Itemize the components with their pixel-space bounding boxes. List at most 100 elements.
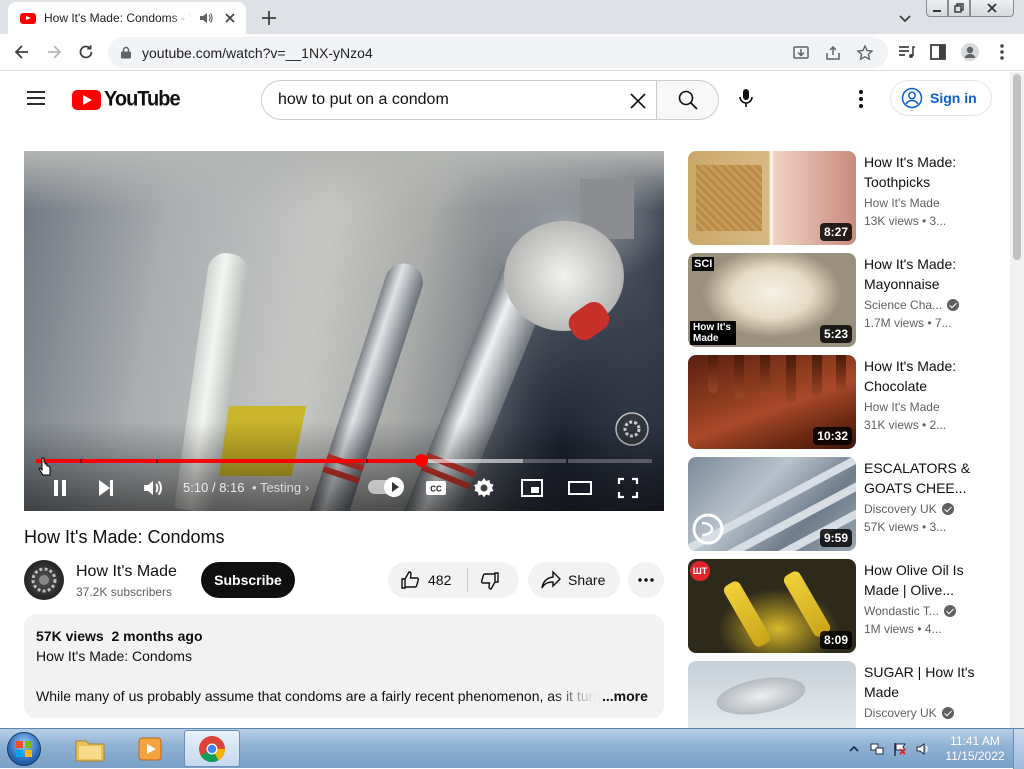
video-thumbnail[interactable]: SCI How It's Made 5:23 [688,253,856,347]
chapter-title-button[interactable]: • Testing › [252,480,309,495]
verified-check-icon [947,299,960,311]
restore-button[interactable] [948,0,970,17]
tab-audio-icon[interactable] [198,10,214,26]
captions-icon[interactable]: CC [424,476,448,500]
lock-icon[interactable] [120,46,132,59]
recommended-title[interactable]: How It's Made: Chocolate [864,356,976,396]
sign-in-button[interactable]: Sign in [890,80,992,116]
tab-close-icon[interactable] [222,10,238,26]
browser-tab[interactable]: How It's Made: Condoms - YouTube [8,2,246,34]
taskbar-explorer[interactable] [62,730,118,767]
recommended-channel[interactable]: Discovery UK [864,706,954,720]
show-more-link[interactable]: ...more [602,688,648,704]
channel-name[interactable]: How It's Made [76,563,177,581]
show-desktop-button[interactable] [1013,729,1024,769]
clear-search-icon[interactable] [628,91,648,111]
window-close-button[interactable] [970,0,1014,17]
channel-avatar[interactable] [24,560,64,600]
video-thumbnail[interactable]: 8:27 [688,151,856,245]
subscribe-button[interactable]: Subscribe [201,562,295,598]
video-thumbnail[interactable]: ШТ 8:09 [688,559,856,653]
recommended-video[interactable]: SCI How It's Made 5:23 How It's Made: Ma… [688,253,1008,347]
youtube-header: YouTube how to put on a condom Sign in [0,72,1010,126]
like-divider [467,568,468,592]
network-icon[interactable] [869,741,885,757]
miniplayer-icon[interactable] [520,476,544,500]
share-button[interactable]: Share [528,562,620,598]
like-count[interactable]: 482 [428,572,451,588]
scrubber-handle[interactable] [415,454,428,467]
recommended-channel[interactable]: Science Cha... [864,298,960,312]
share-page-icon[interactable] [824,44,842,62]
menu-icon[interactable] [26,90,46,106]
new-tab-button[interactable] [258,7,280,29]
recommended-channel[interactable]: How It's Made [864,196,940,210]
video-duration: 8:27 [819,223,852,241]
youtube-logo[interactable]: YouTube [72,87,181,111]
recommended-title[interactable]: SUGAR | How It's Made [864,662,976,702]
back-arrow-icon[interactable] [12,42,32,62]
recommended-channel[interactable]: Wondastic T... [864,604,956,618]
reload-icon[interactable] [76,42,96,62]
autoplay-toggle[interactable] [368,477,404,497]
video-thumbnail[interactable]: 10:32 [688,355,856,449]
recommended-video[interactable]: 9:59 ESCALATORS & GOATS CHEE... Discover… [688,457,1008,551]
scrollbar-thumb[interactable] [1013,74,1021,260]
settings-kebab-icon[interactable] [850,88,872,110]
recommended-channel[interactable]: Discovery UK [864,502,954,516]
thumbnail-art [836,355,846,391]
side-panel-icon[interactable] [928,42,948,62]
recommended-meta: 57K views • 3... [864,520,947,534]
video-player[interactable]: 5:10 / 8:16 • Testing › CC [24,151,664,511]
browser-menu-icon[interactable] [992,42,1012,62]
theater-mode-icon[interactable] [568,476,592,500]
recommended-video[interactable]: ШТ 8:09 How Olive Oil Is Made | Olive...… [688,559,1008,653]
more-actions-button[interactable] [628,562,664,598]
video-thumbnail[interactable] [688,661,856,728]
forward-arrow-icon[interactable] [44,42,64,62]
description-box[interactable]: 57K views 2 months ago How It's Made: Co… [24,614,664,718]
voice-search-icon[interactable] [734,86,758,110]
video-thumbnail[interactable]: 9:59 [688,457,856,551]
recommended-channel[interactable]: How It's Made [864,400,940,414]
search-button[interactable] [656,80,719,120]
sci-badge: SCI [692,257,715,271]
recommended-title[interactable]: How It's Made: Mayonnaise [864,254,976,294]
install-app-icon[interactable] [792,44,810,62]
page-scrollbar[interactable] [1010,72,1024,728]
like-thumb-up-icon[interactable] [400,570,420,590]
address-bar[interactable]: youtube.com/watch?v=__1NX-yNzo4 [108,37,888,68]
dislike-thumb-down-icon[interactable] [480,571,500,591]
settings-gear-icon[interactable] [472,476,496,500]
recommended-title[interactable]: How Olive Oil Is Made | Olive... [864,560,976,600]
show-hidden-icons-chevron-icon[interactable] [846,741,862,757]
browser-tab-strip: How It's Made: Condoms - YouTube [0,0,1024,34]
search-input[interactable]: how to put on a condom [261,80,656,120]
taskbar-chrome[interactable] [184,730,240,767]
channel-gear-logo-icon [31,567,57,593]
minimize-button[interactable] [926,0,948,17]
channel-label: Discovery UK [864,706,937,720]
recommended-video[interactable]: SUGAR | How It's Made Discovery UK [688,661,1008,728]
recommended-title[interactable]: ESCALATORS & GOATS CHEE... [864,458,976,498]
tab-search-chevron-icon[interactable] [895,8,915,28]
taskbar-clock[interactable]: 11:41 AM 11/15/2022 [940,734,1010,764]
taskbar-media-player[interactable] [122,730,178,767]
chapter-marker [156,459,158,463]
next-video-icon[interactable] [94,476,118,500]
volume-icon[interactable] [141,476,165,500]
volume-tray-icon[interactable] [915,741,931,757]
media-control-icon[interactable] [896,42,916,62]
bookmark-star-icon[interactable] [856,44,874,62]
mouse-cursor-icon [38,457,52,479]
recommended-video[interactable]: 10:32 How It's Made: Chocolate How It's … [688,355,1008,449]
fullscreen-icon[interactable] [616,476,640,500]
action-center-flag-icon[interactable] [892,741,908,757]
recommended-video[interactable]: 8:27 How It's Made: Toothpicks How It's … [688,151,1008,245]
profile-avatar-icon[interactable] [960,42,980,62]
pause-icon[interactable] [48,476,72,500]
folder-icon [75,740,105,761]
start-button[interactable] [4,731,44,767]
progress-bar[interactable] [36,454,652,467]
recommended-title[interactable]: How It's Made: Toothpicks [864,152,976,192]
